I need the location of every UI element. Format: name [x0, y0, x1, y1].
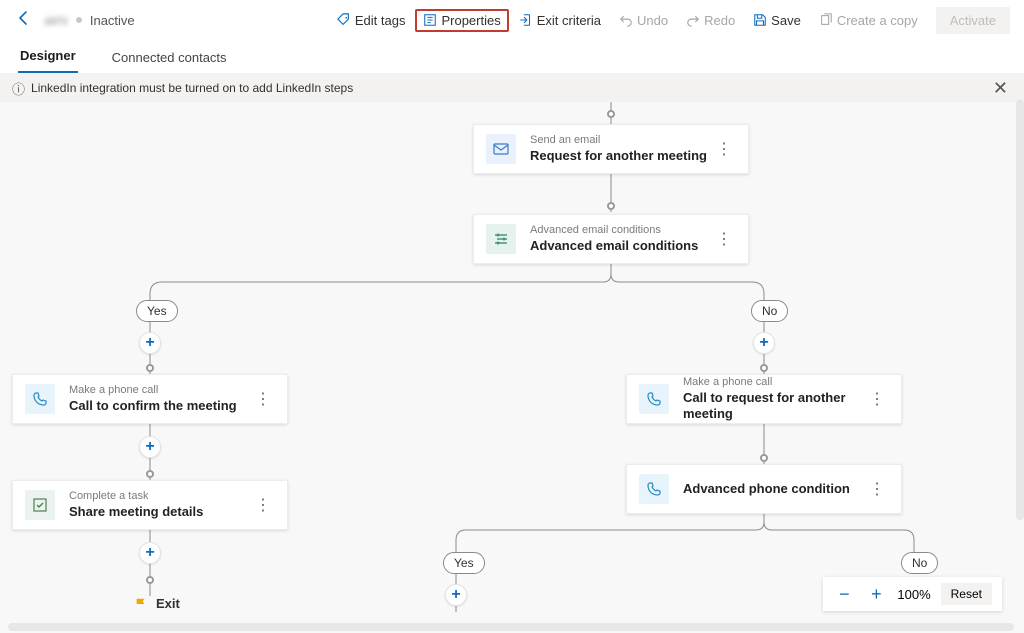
- back-button[interactable]: [14, 10, 34, 31]
- properties-icon: [423, 13, 437, 27]
- exit-node[interactable]: Exit: [134, 596, 180, 611]
- exit-label: Exit: [156, 596, 180, 611]
- node-menu-button[interactable]: ⋮: [251, 389, 275, 409]
- connector-dot: [146, 364, 154, 372]
- node-menu-button[interactable]: ⋮: [712, 229, 736, 249]
- status-dot: [76, 17, 82, 23]
- undo-label: Undo: [637, 13, 668, 28]
- command-bar: Edit tags Properties Exit criteria Undo …: [329, 7, 1010, 34]
- node-type-label: Complete a task: [69, 490, 203, 504]
- redo-label: Redo: [704, 13, 735, 28]
- add-step-button[interactable]: +: [445, 584, 467, 606]
- add-step-button[interactable]: +: [139, 542, 161, 564]
- info-message: LinkedIn integration must be turned on t…: [31, 81, 353, 95]
- phone-condition-icon: [639, 474, 669, 504]
- connector-dot: [146, 576, 154, 584]
- save-label: Save: [771, 13, 801, 28]
- node-menu-button[interactable]: ⋮: [712, 139, 736, 159]
- node-type-label: Advanced email conditions: [530, 224, 698, 238]
- redo-icon: [686, 13, 700, 27]
- tag-icon: [337, 13, 351, 27]
- copy-icon: [819, 13, 833, 27]
- edit-tags-button[interactable]: Edit tags: [329, 9, 414, 32]
- create-copy-label: Create a copy: [837, 13, 918, 28]
- add-step-button[interactable]: +: [139, 436, 161, 458]
- node-title: Request for another meeting: [530, 148, 707, 164]
- tab-row: Designer Connected contacts: [0, 40, 1024, 74]
- save-button[interactable]: Save: [745, 9, 809, 32]
- undo-icon: [619, 13, 633, 27]
- email-icon: [486, 134, 516, 164]
- zoom-reset-button[interactable]: Reset: [941, 583, 992, 605]
- exit-icon: [519, 13, 533, 27]
- info-close-button[interactable]: ✕: [989, 78, 1012, 99]
- node-type-label: Make a phone call: [69, 384, 237, 398]
- node-complete-task[interactable]: Complete a task Share meeting details ⋮: [12, 480, 288, 530]
- branch-no-pill[interactable]: No: [901, 552, 938, 574]
- node-email-condition[interactable]: Advanced email conditions Advanced email…: [473, 214, 749, 264]
- connector-dot: [760, 364, 768, 372]
- node-menu-button[interactable]: ⋮: [865, 479, 889, 499]
- zoom-in-button[interactable]: +: [865, 584, 887, 605]
- connector-dot: [607, 202, 615, 210]
- node-title: Advanced phone condition: [683, 481, 850, 497]
- flag-icon: [134, 597, 148, 611]
- undo-button[interactable]: Undo: [611, 9, 676, 32]
- zoom-control: − + 100% Reset: [823, 577, 1002, 611]
- vertical-scrollbar[interactable]: [1016, 100, 1024, 520]
- node-call-request[interactable]: Make a phone call Call to request for an…: [626, 374, 902, 424]
- designer-canvas[interactable]: Send an email Request for another meetin…: [0, 102, 1024, 633]
- node-title: Call to request for another meeting: [683, 390, 865, 423]
- connector-dot: [607, 110, 615, 118]
- branch-yes-pill[interactable]: Yes: [443, 552, 485, 574]
- top-bar: akhi Inactive Edit tags Properties Exit …: [0, 0, 1024, 40]
- branch-no-pill[interactable]: No: [751, 300, 788, 322]
- node-title: Call to confirm the meeting: [69, 398, 237, 414]
- edit-tags-label: Edit tags: [355, 13, 406, 28]
- node-menu-button[interactable]: ⋮: [251, 495, 275, 515]
- save-icon: [753, 13, 767, 27]
- status-label: Inactive: [90, 13, 135, 28]
- node-phone-condition[interactable]: Advanced phone condition ⋮: [626, 464, 902, 514]
- horizontal-scrollbar[interactable]: [8, 623, 1014, 631]
- branch-yes-pill[interactable]: Yes: [136, 300, 178, 322]
- activate-button[interactable]: Activate: [936, 7, 1010, 34]
- phone-icon: [639, 384, 669, 414]
- sequence-name: akhi: [44, 13, 68, 28]
- info-bar: ⓘ LinkedIn integration must be turned on…: [0, 74, 1024, 102]
- tab-designer[interactable]: Designer: [18, 42, 78, 73]
- node-title: Advanced email conditions: [530, 238, 698, 254]
- phone-icon: [25, 384, 55, 414]
- properties-label: Properties: [441, 13, 500, 28]
- node-type-label: Make a phone call: [683, 376, 865, 390]
- node-send-email[interactable]: Send an email Request for another meetin…: [473, 124, 749, 174]
- connector-dot: [146, 470, 154, 478]
- tab-connected-contacts[interactable]: Connected contacts: [110, 44, 229, 73]
- zoom-out-button[interactable]: −: [833, 584, 855, 605]
- condition-icon: [486, 224, 516, 254]
- add-step-button[interactable]: +: [139, 332, 161, 354]
- properties-button[interactable]: Properties: [415, 9, 508, 32]
- redo-button[interactable]: Redo: [678, 9, 743, 32]
- task-icon: [25, 490, 55, 520]
- zoom-value: 100%: [897, 587, 930, 602]
- node-type-label: Send an email: [530, 134, 707, 148]
- exit-criteria-label: Exit criteria: [537, 13, 601, 28]
- node-title: Share meeting details: [69, 504, 203, 520]
- info-icon: ⓘ: [12, 79, 25, 98]
- node-menu-button[interactable]: ⋮: [865, 389, 889, 409]
- exit-criteria-button[interactable]: Exit criteria: [511, 9, 609, 32]
- connector-dot: [760, 454, 768, 462]
- create-copy-button[interactable]: Create a copy: [811, 9, 926, 32]
- node-call-confirm[interactable]: Make a phone call Call to confirm the me…: [12, 374, 288, 424]
- add-step-button[interactable]: +: [753, 332, 775, 354]
